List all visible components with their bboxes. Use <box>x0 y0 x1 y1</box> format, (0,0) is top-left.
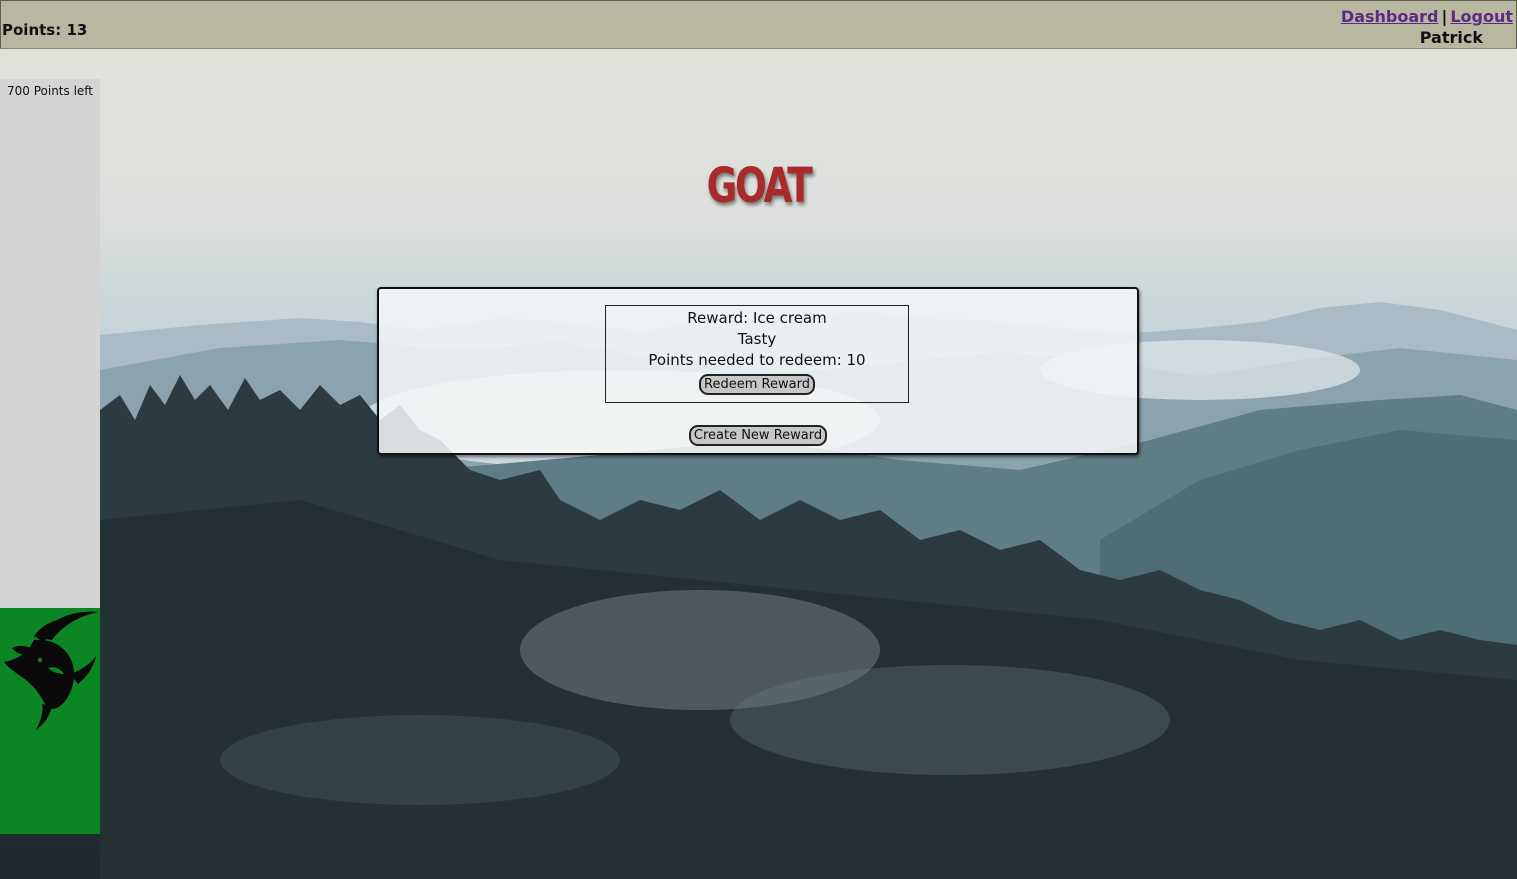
redeem-reward-button[interactable]: Redeem Reward <box>699 374 815 395</box>
reward-points-needed: Points needed to redeem: 10 <box>648 351 866 369</box>
nav-separator: | <box>1441 7 1448 26</box>
goat-logo-panel <box>0 608 100 834</box>
brand-title: GOAT <box>706 158 813 214</box>
reward-title: Reward: Ice cream <box>687 309 827 327</box>
rewards-card: Reward: Ice cream Tasty Points needed to… <box>377 287 1139 455</box>
username: Patrick <box>1419 28 1483 47</box>
goat-head-icon <box>4 611 98 730</box>
points-progress-sidebar: 700 Points left <box>0 79 100 608</box>
top-bar: Points: 13 Dashboard | Logout Patrick <box>0 0 1517 49</box>
reward-description: Tasty <box>737 330 777 348</box>
reward-item: Reward: Ice cream Tasty Points needed to… <box>605 305 909 403</box>
create-new-reward-button[interactable]: Create New Reward <box>688 425 828 446</box>
nav-links: Dashboard | Logout <box>1341 7 1513 26</box>
points-balance: Points: 13 <box>2 21 88 39</box>
points-left-label: 700 Points left <box>6 84 93 98</box>
logout-link[interactable]: Logout <box>1450 7 1513 26</box>
dashboard-link[interactable]: Dashboard <box>1341 7 1439 26</box>
